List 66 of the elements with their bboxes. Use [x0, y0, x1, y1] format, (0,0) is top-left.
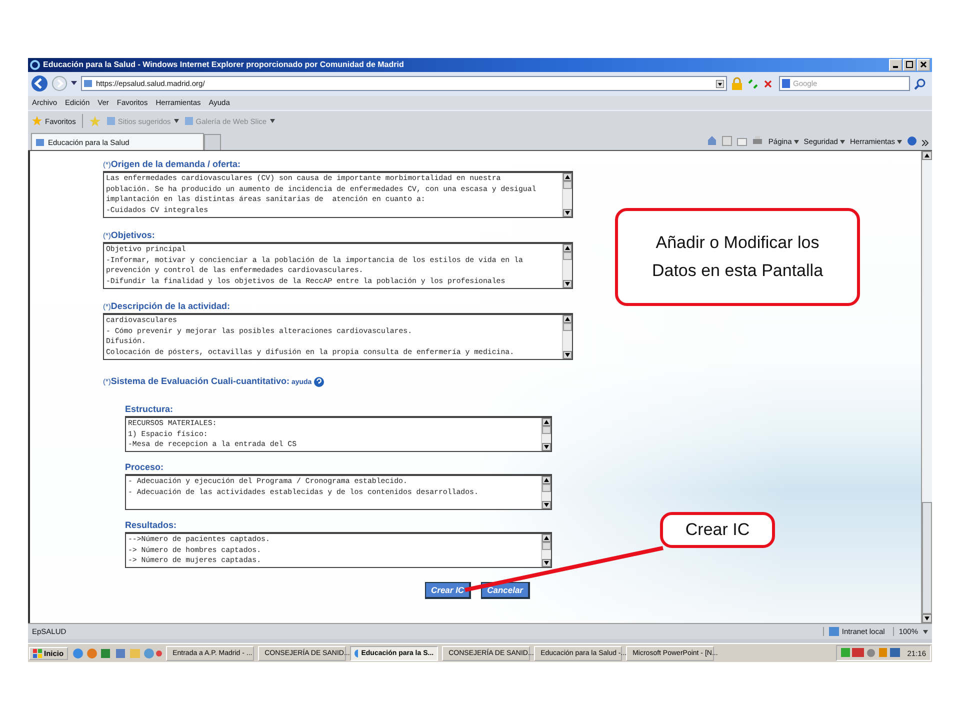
page-icon: [84, 80, 92, 88]
scroll-thumb[interactable]: [563, 323, 572, 332]
up-arrow-icon[interactable]: [563, 244, 572, 252]
up-arrow-icon[interactable]: [542, 418, 551, 426]
search-icon[interactable]: [914, 78, 926, 90]
caret-icon: [270, 119, 275, 124]
new-tab-button[interactable]: [204, 134, 221, 150]
caret-icon: [840, 140, 845, 144]
window-title: Educación para la Salud - Windows Internet Explorer proporcionado por Comunidad de Madrid: [43, 60, 404, 70]
down-arrow-icon[interactable]: [563, 280, 572, 288]
dropdown-icon[interactable]: [716, 80, 724, 88]
help-icon[interactable]: [907, 136, 917, 146]
scroll-thumb[interactable]: [563, 181, 572, 190]
down-arrow-icon[interactable]: [563, 209, 572, 218]
minimize-button[interactable]: [889, 58, 902, 71]
caret-icon: [923, 630, 928, 634]
up-arrow-icon[interactable]: [563, 173, 572, 182]
scroll-thumb[interactable]: [542, 426, 551, 434]
caret-icon: [174, 119, 179, 124]
close-button[interactable]: [917, 58, 930, 71]
maximize-button[interactable]: [903, 58, 916, 71]
down-arrow-icon[interactable]: [542, 501, 551, 510]
close-icon: [920, 61, 927, 68]
up-arrow-icon[interactable]: [922, 151, 932, 160]
star-icon: [32, 116, 42, 126]
tray-icons-drawing[interactable]: [841, 648, 902, 658]
chevron-icon[interactable]: [922, 140, 929, 146]
down-arrow-icon[interactable]: [922, 614, 932, 624]
network-icon: [828, 627, 839, 636]
down-arrow-icon[interactable]: [542, 559, 551, 568]
browser-logo-icon: [30, 60, 40, 70]
maximize-icon: [906, 61, 913, 68]
page-icon: [36, 138, 44, 146]
windows-logo-icon: [33, 648, 42, 658]
up-arrow-icon[interactable]: [542, 476, 551, 484]
back-icon[interactable]: [31, 75, 48, 92]
scrollbar[interactable]: [562, 244, 572, 288]
page-icon: [184, 117, 193, 126]
callout-box: Añadir o Modificar los Datos en esta Pantalla: [615, 208, 860, 306]
scrollbar[interactable]: [541, 534, 551, 568]
field-label: Resultados:: [125, 520, 177, 530]
caret-icon: [897, 140, 902, 144]
page-icon: [106, 117, 115, 126]
callout-box: Crear IC: [660, 512, 775, 548]
up-arrow-icon[interactable]: [542, 534, 551, 542]
up-arrow-icon[interactable]: [563, 315, 572, 324]
close-icon[interactable]: [763, 78, 773, 89]
scrollbar[interactable]: [541, 418, 551, 452]
quick-launch-drawing[interactable]: [72, 648, 162, 659]
scrollbar[interactable]: [562, 315, 572, 360]
scroll-thumb[interactable]: [922, 502, 932, 614]
field-label: Proceso:: [125, 462, 164, 472]
page-scrollbar[interactable]: [921, 151, 932, 624]
scrollbar[interactable]: [541, 476, 551, 510]
scroll-thumb[interactable]: [542, 542, 551, 550]
search-provider-icon: [782, 79, 790, 88]
scrollbar[interactable]: [562, 173, 572, 218]
field-label: Estructura:: [125, 404, 174, 414]
down-arrow-icon[interactable]: [542, 443, 551, 452]
help-icon[interactable]: [314, 377, 324, 388]
down-arrow-icon[interactable]: [563, 351, 572, 360]
caret-icon: [794, 140, 799, 144]
scroll-thumb[interactable]: [563, 252, 572, 260]
create-button[interactable]: Crear IC: [425, 582, 472, 600]
dropdown-icon[interactable]: [71, 81, 77, 86]
scroll-thumb[interactable]: [542, 484, 551, 492]
